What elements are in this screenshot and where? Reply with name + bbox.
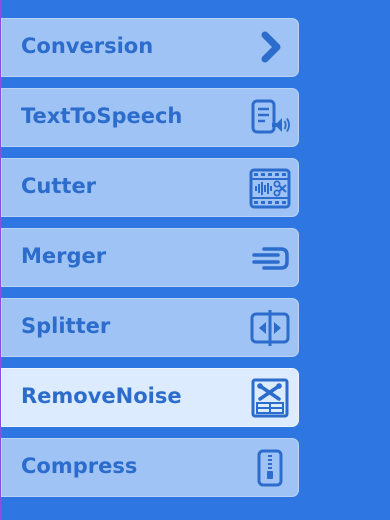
menu-item-label: Splitter [21, 314, 111, 338]
menu-item-label: Merger [21, 244, 107, 268]
merge-icon [248, 236, 292, 280]
menu-item-removenoise[interactable]: RemoveNoise [1, 368, 299, 427]
menu-item-conversion[interactable]: Conversion [1, 18, 299, 77]
menu-item-label: TextToSpeech [21, 104, 183, 128]
menu-item-compress[interactable]: Compress [1, 438, 299, 497]
menu-item-label: Compress [21, 454, 138, 478]
menu-item-cutter[interactable]: Cutter [1, 158, 299, 217]
menu-item-label: Conversion [21, 34, 154, 58]
audio-cutter-icon [248, 166, 292, 210]
remove-noise-icon [248, 376, 292, 420]
menu-item-splitter[interactable]: Splitter [1, 298, 299, 357]
compress-icon [248, 446, 292, 490]
tool-menu: Conversion TextToSpeech Cutter Merger Sp… [0, 0, 300, 520]
menu-item-merger[interactable]: Merger [1, 228, 299, 287]
text-to-speech-icon [248, 96, 292, 140]
menu-item-label: RemoveNoise [21, 384, 182, 408]
menu-item-label: Cutter [21, 174, 97, 198]
split-icon [248, 306, 292, 350]
menu-item-texttospeech[interactable]: TextToSpeech [1, 88, 299, 147]
chevron-right-icon [248, 26, 292, 70]
